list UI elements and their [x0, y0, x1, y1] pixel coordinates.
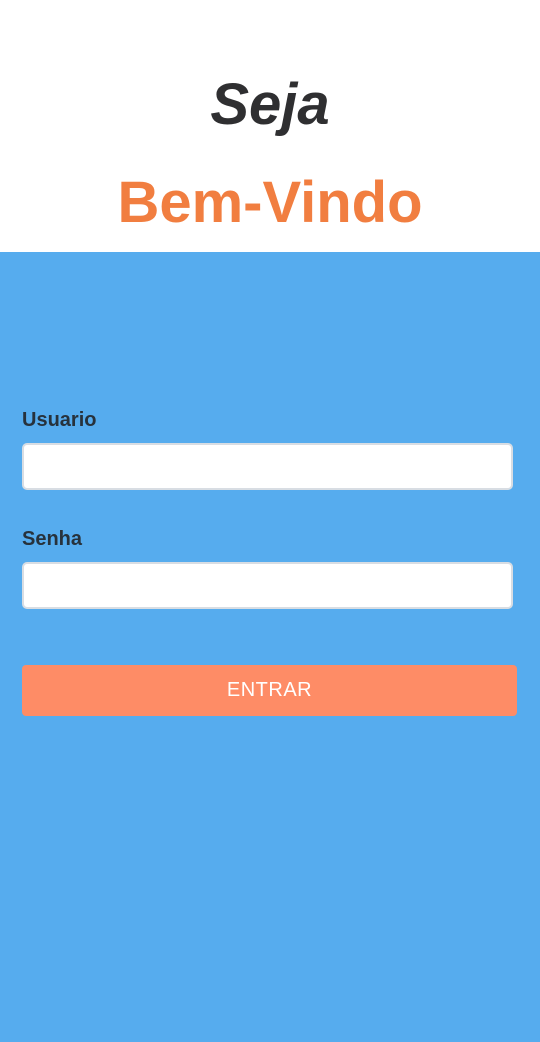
password-label: Senha — [22, 528, 83, 550]
password-input[interactable] — [22, 562, 513, 609]
username-label: Usuario — [22, 409, 97, 431]
login-panel: Usuario Senha ENTRAR — [0, 252, 540, 1042]
greeting-title: Seja — [210, 72, 330, 137]
welcome-title: Bem-Vindo — [117, 170, 423, 235]
login-button[interactable]: ENTRAR — [22, 665, 517, 716]
username-input[interactable] — [22, 443, 513, 490]
welcome-header: Seja Bem-Vindo — [0, 0, 540, 252]
